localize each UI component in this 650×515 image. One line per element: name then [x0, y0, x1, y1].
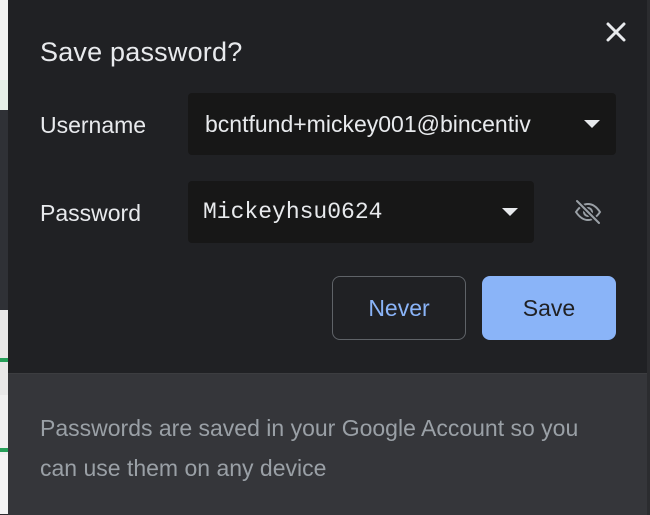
save-password-dialog: Save password? Username bcntfund+mickey0… [8, 0, 647, 515]
footer-info-text: Passwords are saved in your Google Accou… [40, 415, 579, 481]
username-dropdown[interactable]: bcntfund+mickey001@bincentiv [188, 93, 616, 155]
save-button[interactable]: Save [482, 276, 616, 340]
dialog-title: Save password? [40, 37, 243, 67]
eye-off-icon [574, 199, 602, 225]
toggle-password-visibility-button[interactable] [570, 194, 606, 230]
chevron-down-icon [502, 208, 518, 216]
password-dropdown[interactable]: Mickeyhsu0624 [188, 181, 534, 243]
chevron-down-icon [584, 120, 600, 128]
close-button[interactable] [600, 16, 632, 48]
username-value: bcntfund+mickey001@bincentiv [205, 110, 531, 137]
password-label: Password [40, 200, 141, 226]
username-label: Username [40, 112, 147, 138]
dialog-footer: Passwords are saved in your Google Accou… [8, 373, 647, 515]
password-value: Mickeyhsu0624 [203, 199, 383, 225]
never-button[interactable]: Never [332, 276, 466, 340]
close-icon [606, 22, 626, 42]
